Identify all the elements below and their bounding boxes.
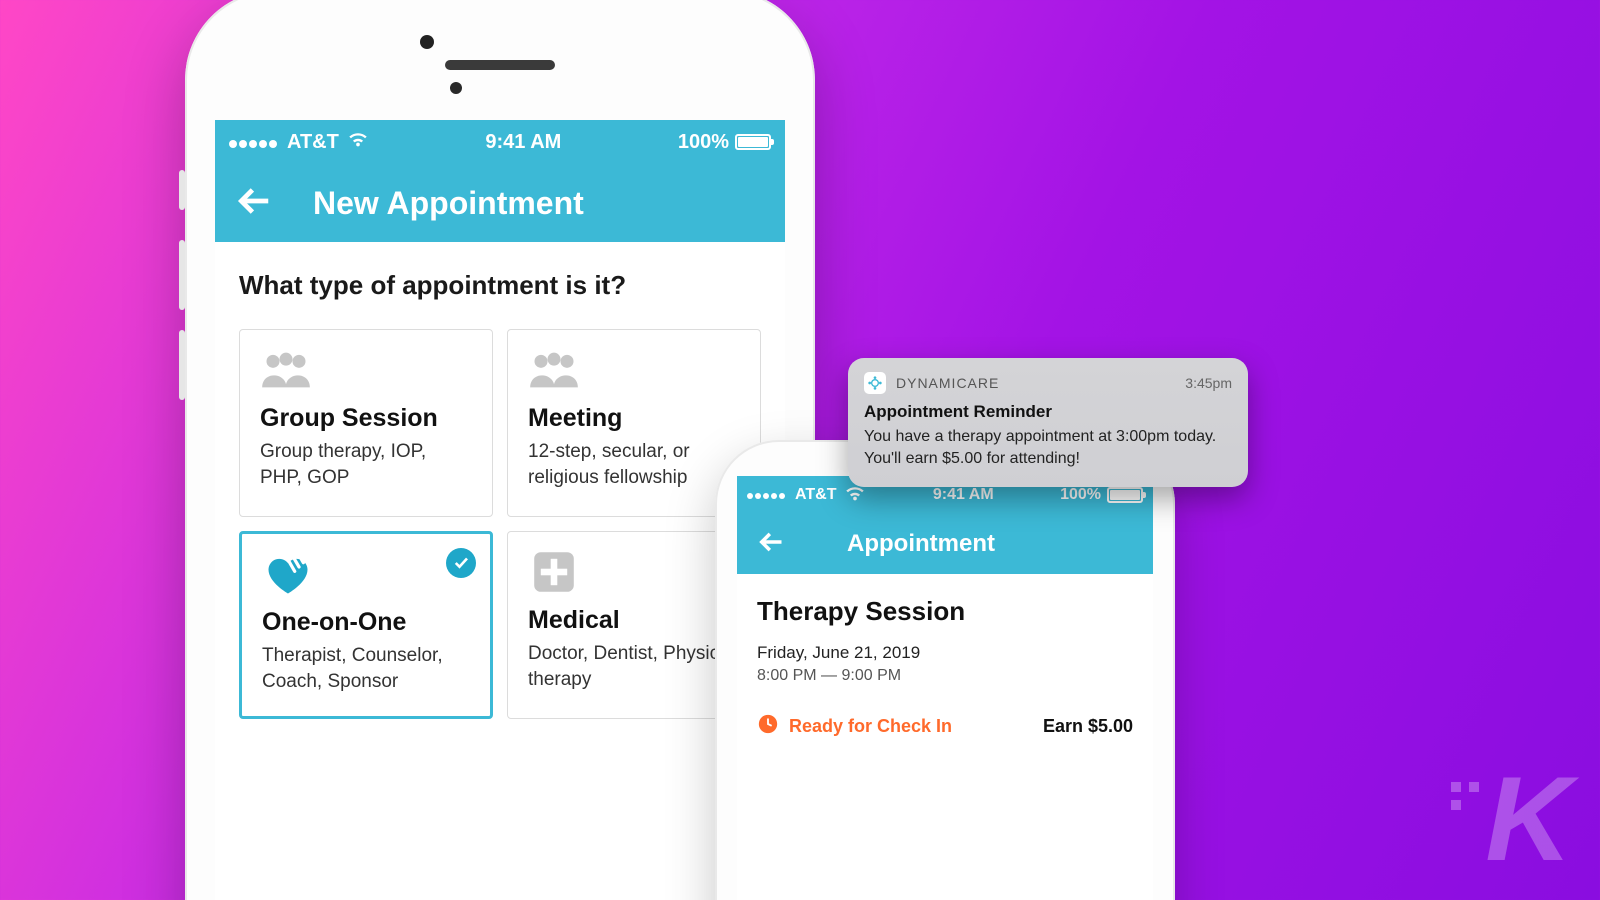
back-button[interactable] (757, 528, 785, 561)
watermark-dots-icon (1451, 782, 1479, 810)
phone-mute-switch (179, 170, 185, 210)
session-time: 8:00 PM — 9:00 PM (757, 667, 1133, 685)
session-title: Therapy Session (757, 596, 1133, 627)
people-icon (528, 348, 740, 396)
wifi-icon (347, 128, 369, 156)
nav-title: Appointment (847, 530, 995, 558)
battery-percent: 100% (678, 131, 729, 154)
notification-title: Appointment Reminder (864, 402, 1232, 422)
prompt-question: What type of appointment is it? (239, 270, 761, 301)
watermark-letter: K (1485, 752, 1566, 886)
earn-label: Earn $5.00 (1043, 716, 1133, 737)
card-title: Meeting (528, 404, 740, 433)
card-subtitle: Group therapy, IOP, PHP, GOP (260, 439, 472, 490)
card-subtitle: Doctor, Dentist, Physical therapy (528, 641, 740, 692)
battery-icon (735, 134, 771, 150)
checkin-row[interactable]: Ready for Check In Earn $5.00 (757, 713, 1133, 740)
appointment-type-grid: Group Session Group therapy, IOP, PHP, G… (239, 329, 761, 719)
phone-sensor (450, 82, 462, 94)
push-notification[interactable]: DYNAMICARE 3:45pm Appointment Reminder Y… (848, 358, 1248, 487)
status-time: 9:41 AM (485, 131, 561, 154)
heart-hands-icon (262, 552, 470, 600)
card-one-on-one[interactable]: One-on-One Therapist, Counselor, Coach, … (239, 531, 493, 719)
app-icon (864, 372, 886, 394)
notification-body: You have a therapy appointment at 3:00pm… (864, 426, 1232, 469)
card-title: One-on-One (262, 608, 470, 637)
nav-bar: Appointment (737, 514, 1153, 574)
nav-bar: New Appointment (215, 164, 785, 242)
phone-volume-down (179, 330, 185, 400)
card-title: Medical (528, 606, 740, 635)
session-date: Friday, June 21, 2019 (757, 643, 1133, 663)
phone-volume-up (179, 240, 185, 310)
back-button[interactable] (235, 182, 273, 225)
card-group-session[interactable]: Group Session Group therapy, IOP, PHP, G… (239, 329, 493, 517)
card-subtitle: Therapist, Counselor, Coach, Sponsor (262, 643, 470, 694)
card-title: Group Session (260, 404, 472, 433)
signal-dots-icon (229, 131, 279, 154)
notification-time: 3:45pm (1185, 375, 1232, 391)
status-time: 9:41 AM (933, 486, 994, 504)
check-icon (446, 548, 476, 578)
appointment-type-content: What type of appointment is it? Group Se… (215, 242, 785, 747)
battery-icon (1107, 487, 1143, 503)
phone-camera (420, 35, 434, 49)
carrier-label: AT&T (287, 131, 339, 154)
clock-icon (757, 713, 779, 740)
phone-speaker (445, 60, 555, 70)
card-subtitle: 12-step, secular, or religious fellowshi… (528, 439, 740, 490)
phone-right-screen: AT&T 9:41 AM 100% Appointment Therapy Se… (737, 476, 1153, 900)
nav-title: New Appointment (313, 185, 584, 222)
carrier-label: AT&T (795, 486, 836, 504)
people-icon (260, 348, 472, 396)
status-bar: AT&T 9:41 AM 100% (215, 120, 785, 164)
notification-app-name: DYNAMICARE (896, 375, 999, 391)
medical-cross-icon (528, 550, 740, 598)
phone-left-screen: AT&T 9:41 AM 100% New Appointment What t… (215, 120, 785, 900)
signal-dots-icon (747, 486, 787, 504)
checkin-status: Ready for Check In (789, 716, 952, 737)
battery-percent: 100% (1060, 486, 1101, 504)
phone-right: AT&T 9:41 AM 100% Appointment Therapy Se… (715, 440, 1175, 900)
brand-watermark: K (1485, 750, 1566, 888)
appointment-detail: Therapy Session Friday, June 21, 2019 8:… (737, 574, 1153, 762)
